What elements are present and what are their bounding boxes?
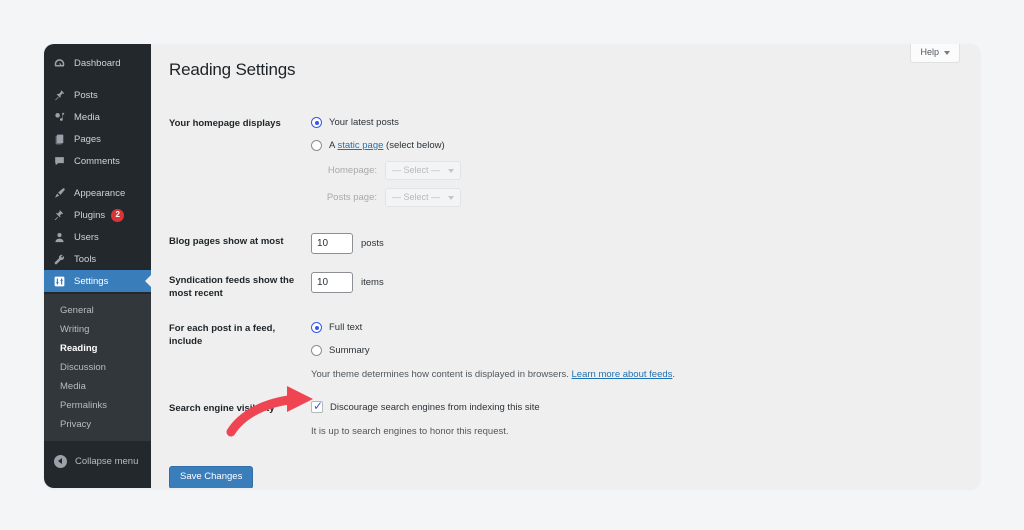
search-engine-visibility-checkbox[interactable]: ✓: [311, 401, 323, 413]
reading-settings-form: Your homepage displays Your latest posts…: [169, 106, 869, 448]
collapse-arrow-icon: [54, 455, 67, 468]
sidebar-item-posts[interactable]: Posts: [44, 84, 151, 106]
pages-icon: [52, 132, 67, 147]
sidebar-item-label: Users: [74, 232, 99, 243]
blog-pages-label: Blog pages show at most: [169, 224, 311, 263]
radio-full-text-label: Full text: [329, 320, 362, 335]
sidebar-item-settings[interactable]: Settings: [44, 270, 151, 292]
homepage-select-row: Homepage: — Select —: [311, 161, 859, 180]
plug-icon: [52, 208, 67, 223]
feed-include-description: Your theme determines how content is dis…: [311, 367, 859, 382]
screenshot-canvas: Dashboard Posts Media Pages: [0, 0, 1024, 530]
search-visibility-checkbox-label: Discourage search engines from indexing …: [330, 400, 540, 415]
sidebar-item-appearance[interactable]: Appearance: [44, 182, 151, 204]
submenu-item-privacy[interactable]: Privacy: [44, 415, 151, 434]
homepage-displays-label: Your homepage displays: [169, 106, 311, 224]
sidebar-item-label: Appearance: [74, 188, 125, 199]
radio-summary-control[interactable]: [311, 345, 322, 356]
sidebar-item-label: Comments: [74, 156, 120, 167]
radio-static-page-control[interactable]: [311, 140, 322, 151]
form-row-search-visibility: Search engine visibility ✓ Discourage se…: [169, 391, 869, 448]
feed-desc-suffix: .: [672, 369, 675, 380]
sidebar-item-media[interactable]: Media: [44, 106, 151, 128]
collapse-menu-label: Collapse menu: [75, 456, 138, 467]
sidebar-item-comments[interactable]: Comments: [44, 150, 151, 172]
sidebar-item-tools[interactable]: Tools: [44, 248, 151, 270]
sidebar-item-label: Media: [74, 112, 100, 123]
sidebar-item-label: Pages: [74, 134, 101, 145]
sidebar-item-users[interactable]: Users: [44, 226, 151, 248]
chevron-down-icon: [448, 196, 454, 200]
chevron-down-icon: [448, 169, 454, 173]
help-button[interactable]: Help: [910, 44, 960, 63]
static-page-link[interactable]: static page: [337, 140, 383, 151]
checkmark-icon: ✓: [313, 400, 324, 411]
help-button-label: Help: [920, 48, 939, 57]
syndication-feeds-input[interactable]: [311, 272, 353, 293]
radio-your-latest-posts[interactable]: Your latest posts: [311, 115, 859, 130]
search-engine-visibility-checkbox-row[interactable]: ✓ Discourage search engines from indexin…: [311, 400, 859, 415]
learn-more-about-feeds-link[interactable]: Learn more about feeds: [572, 369, 673, 380]
syndication-feeds-label: Syndication feeds show the most recent: [169, 263, 311, 311]
submenu-item-media[interactable]: Media: [44, 377, 151, 396]
settings-content: Help Reading Settings Your homepage disp…: [151, 44, 980, 488]
user-icon: [52, 230, 67, 245]
sidebar-item-plugins[interactable]: Plugins 2: [44, 204, 151, 226]
paintbrush-icon: [52, 186, 67, 201]
homepage-select-label: Homepage:: [311, 163, 377, 178]
static-page-suffix: (select below): [383, 140, 444, 151]
radio-full-text[interactable]: Full text: [311, 320, 859, 335]
wrench-icon: [52, 252, 67, 267]
save-changes-button[interactable]: Save Changes: [169, 466, 253, 488]
posts-page-select-value: — Select —: [392, 190, 440, 205]
radio-static-page[interactable]: A static page (select below): [311, 138, 859, 153]
wordpress-admin-card: Dashboard Posts Media Pages: [44, 44, 980, 488]
feed-desc-prefix: Your theme determines how content is dis…: [311, 369, 572, 380]
chevron-down-icon: [944, 51, 950, 55]
admin-sidebar: Dashboard Posts Media Pages: [44, 44, 151, 488]
form-row-feed-include: For each post in a feed, include Full te…: [169, 311, 869, 391]
sidebar-item-dashboard[interactable]: Dashboard: [44, 52, 151, 74]
settings-submenu: General Writing Reading Discussion Media…: [44, 294, 151, 441]
blog-pages-unit: posts: [361, 236, 384, 251]
comment-icon: [52, 154, 67, 169]
blog-pages-input[interactable]: [311, 233, 353, 254]
homepage-select-value: — Select —: [392, 163, 440, 178]
sidebar-item-pages[interactable]: Pages: [44, 128, 151, 150]
sidebar-item-label: Dashboard: [74, 58, 120, 69]
homepage-select[interactable]: — Select —: [385, 161, 461, 180]
radio-summary[interactable]: Summary: [311, 343, 859, 358]
search-visibility-label: Search engine visibility: [169, 391, 311, 448]
submenu-item-reading[interactable]: Reading: [44, 339, 151, 358]
posts-page-select-label: Posts page:: [311, 190, 377, 205]
form-row-homepage-displays: Your homepage displays Your latest posts…: [169, 106, 869, 224]
radio-static-page-label: A static page (select below): [329, 138, 445, 153]
submenu-item-permalinks[interactable]: Permalinks: [44, 396, 151, 415]
submenu-item-writing[interactable]: Writing: [44, 320, 151, 339]
posts-page-select[interactable]: — Select —: [385, 188, 461, 207]
feed-include-label: For each post in a feed, include: [169, 311, 311, 391]
radio-latest-posts-control[interactable]: [311, 117, 322, 128]
search-visibility-description: It is up to search engines to honor this…: [311, 424, 859, 439]
collapse-menu-button[interactable]: Collapse menu: [44, 449, 151, 473]
sidebar-item-label: Plugins: [74, 210, 105, 221]
posts-page-select-row: Posts page: — Select —: [311, 188, 859, 207]
plugins-update-badge: 2: [111, 209, 124, 222]
radio-latest-posts-label: Your latest posts: [329, 115, 399, 130]
dashboard-icon: [52, 56, 67, 71]
radio-summary-label: Summary: [329, 343, 370, 358]
sidebar-item-label: Tools: [74, 254, 96, 265]
submenu-item-general[interactable]: General: [44, 301, 151, 320]
page-title: Reading Settings: [169, 60, 980, 80]
radio-full-text-control[interactable]: [311, 322, 322, 333]
pin-icon: [52, 88, 67, 103]
media-icon: [52, 110, 67, 125]
form-row-syndication-feeds: Syndication feeds show the most recent i…: [169, 263, 869, 311]
sidebar-item-label: Posts: [74, 90, 98, 101]
settings-icon: [52, 274, 67, 289]
submenu-item-discussion[interactable]: Discussion: [44, 358, 151, 377]
form-row-blog-pages: Blog pages show at most posts: [169, 224, 869, 263]
sidebar-item-label: Settings: [74, 276, 108, 287]
syndication-feeds-unit: items: [361, 275, 384, 290]
